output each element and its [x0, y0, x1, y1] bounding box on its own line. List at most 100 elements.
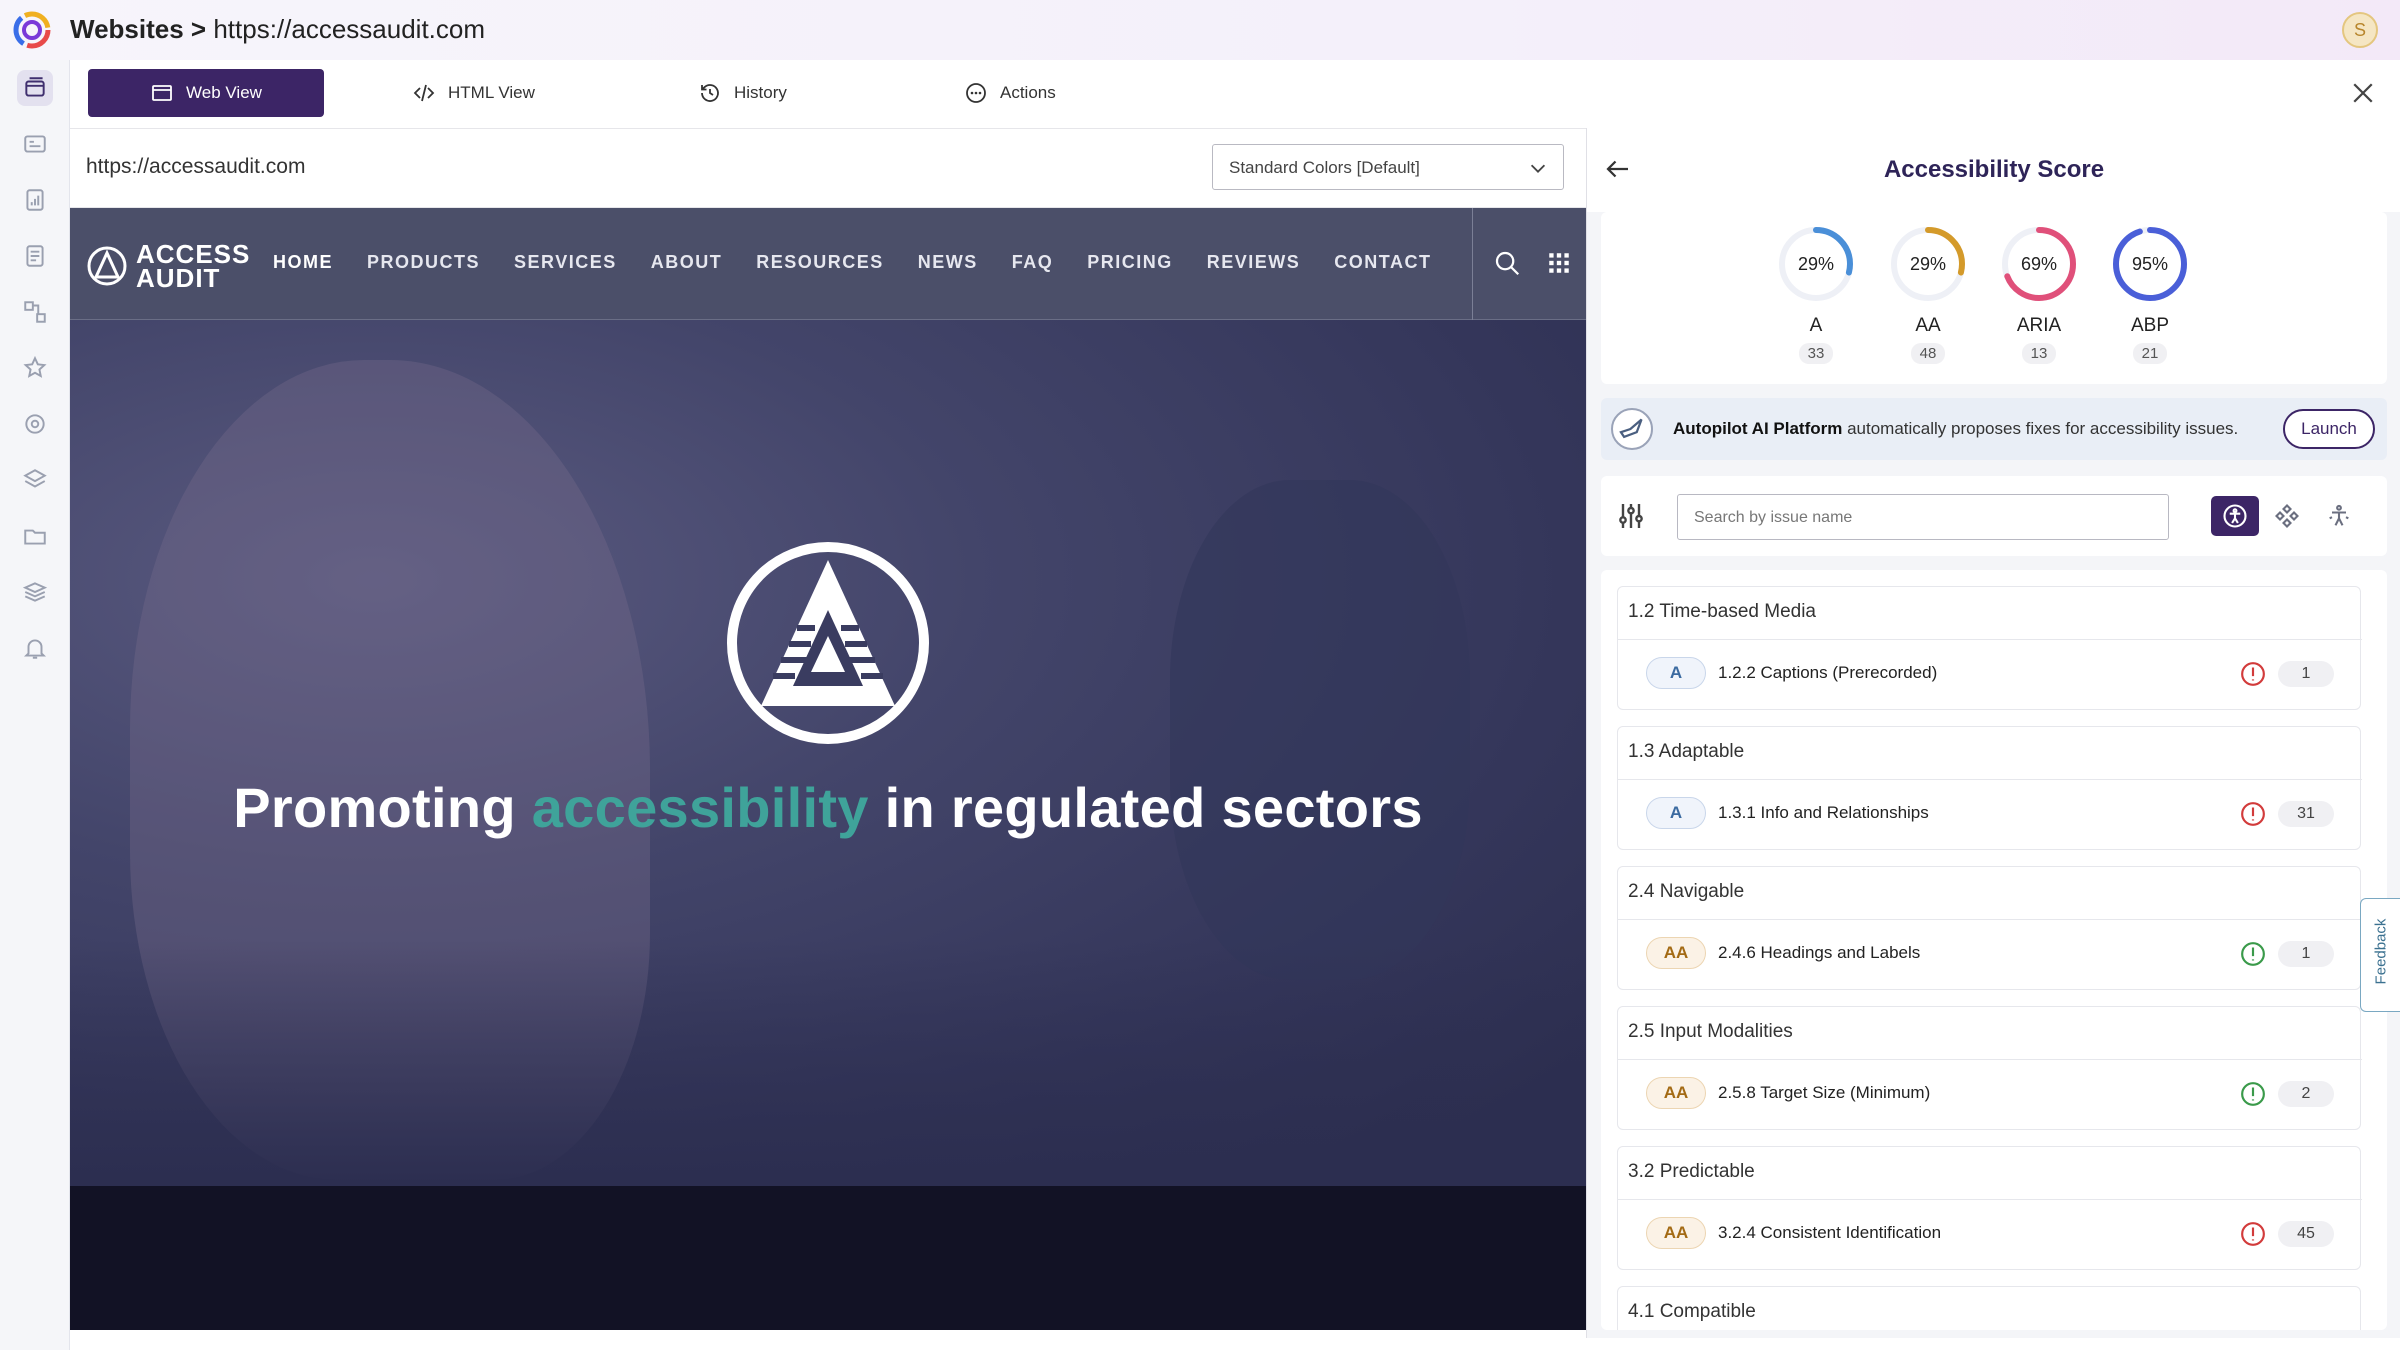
issue-group: 2.5 Input Modalities AA 2.5.8 Target Siz… — [1617, 1006, 2362, 1130]
site-brand[interactable]: ACCESS AUDIT — [86, 241, 250, 291]
sidebar-workflow[interactable] — [17, 294, 53, 330]
issue-search-input[interactable]: Search by issue name — [1677, 494, 2169, 540]
hero-photo-ground — [70, 940, 1586, 1186]
site-nav-products[interactable]: PRODUCTS — [367, 252, 480, 273]
score-aa[interactable]: 29% AA 48 — [1883, 224, 1973, 364]
view-accessibility-button[interactable] — [2211, 496, 2259, 536]
view-components-button[interactable] — [2263, 496, 2311, 536]
issue-group-title[interactable]: 4.1 Compatible — [1628, 1301, 1756, 1323]
url-bar: https://accessaudit.com Standard Colors … — [70, 128, 1586, 208]
sidebar-reports[interactable] — [17, 182, 53, 218]
score-aria-count: 13 — [2021, 343, 2057, 364]
score-aa-percent: 29% — [1910, 254, 1946, 274]
more-dots-icon — [966, 83, 986, 103]
star-icon — [23, 355, 47, 378]
level-badge: A — [1646, 797, 1706, 829]
filter-sliders-icon[interactable] — [1615, 500, 1647, 532]
sidebar-notifications[interactable] — [17, 630, 53, 666]
tab-history[interactable]: History — [698, 69, 787, 117]
issue-group: 3.2 Predictable AA 3.2.4 Consistent Iden… — [1617, 1146, 2362, 1270]
issues-list: 1.2 Time-based Media A 1.2.2 Captions (P… — [1601, 570, 2387, 1330]
error-icon — [2241, 662, 2265, 686]
sidebar-settings[interactable] — [17, 406, 53, 442]
dashboard-icon — [24, 135, 46, 153]
sidebar-documents[interactable] — [17, 238, 53, 274]
sidebar-folders[interactable] — [17, 518, 53, 554]
feedback-tab[interactable]: Feedback — [2360, 898, 2400, 1012]
divider — [1618, 919, 2362, 920]
tab-actions[interactable]: Actions — [964, 69, 1056, 117]
score-aa-count: 48 — [1910, 343, 1946, 364]
issue-group-title[interactable]: 2.4 Navigable — [1628, 881, 1744, 903]
issue-count: 2 — [2278, 1081, 2334, 1107]
level-badge: AA — [1646, 1217, 1706, 1249]
tab-web-view[interactable]: Web View — [88, 69, 324, 117]
accessibility-icon — [2223, 504, 2247, 528]
issue-name[interactable]: 3.2.4 Consistent Identification — [1718, 1223, 1941, 1243]
score-ring-a: 29% — [1779, 227, 1853, 301]
score-abp[interactable]: 95% ABP 21 — [2105, 224, 2195, 364]
tab-html-view[interactable]: HTML View — [412, 69, 535, 117]
apps-grid-icon[interactable] — [1546, 250, 1572, 276]
launch-button[interactable]: Launch — [2283, 409, 2375, 449]
code-icon — [413, 84, 435, 102]
sidebar-dashboard[interactable] — [17, 126, 53, 162]
score-ring-abp: 95% — [2113, 227, 2187, 301]
site-nav-pricing[interactable]: PRICING — [1087, 252, 1173, 273]
color-mode-value: Standard Colors [Default] — [1229, 158, 1420, 177]
issue-group-title[interactable]: 1.3 Adaptable — [1628, 741, 1744, 763]
color-mode-select[interactable]: Standard Colors [Default] — [1212, 144, 1564, 190]
site-nav-faq[interactable]: FAQ — [1012, 252, 1054, 273]
view-tabs: Web View HTML View History Actions — [70, 60, 1130, 128]
issue-name[interactable]: 2.5.8 Target Size (Minimum) — [1718, 1083, 1930, 1103]
hero-title-post: in regulated sectors — [868, 776, 1423, 839]
user-avatar[interactable]: S — [2342, 12, 2378, 48]
page-url[interactable]: https://accessaudit.com — [86, 155, 305, 179]
score-abp-count: 21 — [2132, 343, 2168, 364]
score-ring-aria: 69% — [2002, 227, 2076, 301]
sidebar-websites[interactable] — [17, 70, 53, 106]
close-icon[interactable] — [2348, 78, 2378, 108]
issue-name[interactable]: 1.3.1 Info and Relationships — [1718, 803, 1929, 823]
score-a-count: 33 — [1798, 343, 1834, 364]
warning-icon — [2241, 1082, 2265, 1106]
website-preview: ACCESS AUDIT HOME PRODUCTS SERVICES ABOU… — [70, 208, 1586, 1330]
browser-window-icon — [152, 85, 172, 101]
app-logo-icon[interactable] — [12, 10, 52, 50]
issue-name[interactable]: 1.2.2 Captions (Prerecorded) — [1718, 663, 1937, 683]
sidebar-stack[interactable] — [17, 574, 53, 610]
issue-name[interactable]: 2.4.6 Headings and Labels — [1718, 943, 1920, 963]
breadcrumb-url: https://accessaudit.com — [213, 14, 486, 44]
score-a-percent: 29% — [1798, 254, 1834, 274]
tab-web-view-label: Web View — [186, 83, 262, 102]
site-nav-resources[interactable]: RESOURCES — [756, 252, 884, 273]
hero-banner: Promoting accessibility in regulated sec… — [70, 320, 1586, 1186]
score-aria[interactable]: 69% ARIA 13 — [1994, 224, 2084, 364]
sidebar-favorites[interactable] — [17, 350, 53, 386]
site-nav-services[interactable]: SERVICES — [514, 252, 617, 273]
site-navbar: ACCESS AUDIT HOME PRODUCTS SERVICES ABOU… — [70, 208, 1586, 320]
site-nav-contact[interactable]: CONTACT — [1334, 252, 1431, 273]
nav-divider — [1472, 208, 1473, 320]
panel-header: Accessibility Score — [1587, 128, 2400, 212]
view-user-impact-button[interactable] — [2315, 496, 2363, 536]
breadcrumb-websites[interactable]: Websites — [70, 14, 184, 44]
error-icon — [2241, 1222, 2265, 1246]
score-card: 29% A 33 29% AA 48 69% ARIA 13 95% ABP 2… — [1601, 212, 2387, 384]
site-search-icon[interactable] — [1492, 248, 1522, 278]
breadcrumb: Websites > https://accessaudit.com — [70, 14, 485, 45]
score-a[interactable]: 29% A 33 — [1771, 224, 1861, 364]
issue-group-title[interactable]: 2.5 Input Modalities — [1628, 1021, 1793, 1043]
site-nav-reviews[interactable]: REVIEWS — [1207, 252, 1301, 273]
level-badge: AA — [1646, 1077, 1706, 1109]
history-icon — [701, 84, 719, 102]
site-nav-news[interactable]: NEWS — [918, 252, 978, 273]
issue-group-title[interactable]: 1.2 Time-based Media — [1628, 601, 1816, 623]
sidebar-layers[interactable] — [17, 462, 53, 498]
tab-actions-label: Actions — [1000, 83, 1056, 102]
issue-count: 31 — [2278, 801, 2334, 827]
autopilot-icon — [1611, 408, 1653, 450]
site-nav-about[interactable]: ABOUT — [651, 252, 723, 273]
site-nav-home[interactable]: HOME — [273, 252, 333, 273]
issue-group-title[interactable]: 3.2 Predictable — [1628, 1161, 1755, 1183]
